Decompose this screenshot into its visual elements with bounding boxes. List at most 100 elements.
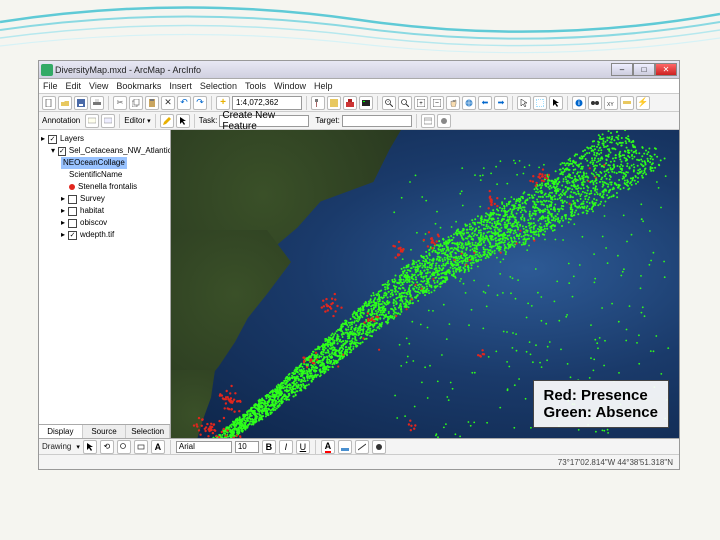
editor-dropdown-label[interactable]: Editor <box>124 116 145 125</box>
paste-button[interactable] <box>145 96 159 110</box>
measure-button[interactable] <box>620 96 634 110</box>
select-draw-button[interactable] <box>83 440 97 454</box>
close-button[interactable]: ✕ <box>655 63 677 76</box>
catalog-icon <box>330 99 338 107</box>
legend-absence: Green: Absence <box>544 404 659 421</box>
identify-button[interactable]: i <box>572 96 586 110</box>
sketch-prop-button[interactable] <box>437 114 451 128</box>
font-size-dropdown[interactable]: 10 <box>235 441 259 453</box>
hand-icon <box>449 99 457 107</box>
marker-color-button[interactable] <box>372 440 386 454</box>
layers-checkbox[interactable] <box>48 135 57 144</box>
goto-xy-button[interactable]: XY <box>604 96 618 110</box>
survey-checkbox[interactable] <box>68 195 77 204</box>
add-data-button[interactable]: + <box>216 96 230 110</box>
menu-tools[interactable]: Tools <box>245 81 266 91</box>
hammer-icon <box>314 99 322 107</box>
fill-color-button[interactable] <box>338 440 352 454</box>
menu-help[interactable]: Help <box>314 81 333 91</box>
open-button[interactable] <box>58 96 72 110</box>
undo-button[interactable]: ↶ <box>177 96 191 110</box>
arctoolbox-button[interactable] <box>343 96 357 110</box>
table-of-contents: ▸Layers ▾Sel_Cetaceans_NW_Atlantic NEOce… <box>39 130 171 438</box>
menu-edit[interactable]: Edit <box>66 81 82 91</box>
table-icon <box>424 117 432 125</box>
toc-group[interactable]: ▾Sel_Cetaceans_NW_Atlantic <box>41 145 168 157</box>
print-button[interactable] <box>90 96 104 110</box>
annotation-label: Annotation <box>42 116 80 125</box>
obiscov-checkbox[interactable] <box>68 219 77 228</box>
edit-tool-button[interactable] <box>176 114 190 128</box>
toc-wdepth[interactable]: ▸wdepth.tif <box>41 229 168 241</box>
copy-button[interactable] <box>129 96 143 110</box>
fixed-zoom-out-button[interactable]: – <box>430 96 444 110</box>
menu-view[interactable]: View <box>89 81 108 91</box>
prev-extent-button[interactable]: ⬅ <box>478 96 492 110</box>
menu-window[interactable]: Window <box>274 81 306 91</box>
command-line-button[interactable] <box>359 96 373 110</box>
toc-obiscov[interactable]: ▸obiscov <box>41 217 168 229</box>
attr-button[interactable] <box>421 114 435 128</box>
arccatalog-button[interactable] <box>327 96 341 110</box>
toc-tab-source[interactable]: Source <box>83 425 127 438</box>
toc-root[interactable]: ▸Layers <box>41 133 168 145</box>
italic-button[interactable]: I <box>279 440 293 454</box>
save-button[interactable] <box>74 96 88 110</box>
target-dropdown[interactable] <box>342 115 412 127</box>
arrow-icon <box>552 99 560 107</box>
info-icon: i <box>575 99 583 107</box>
zoom-in-button[interactable]: + <box>382 96 396 110</box>
text-button[interactable]: A <box>151 440 165 454</box>
menu-file[interactable]: File <box>43 81 58 91</box>
clear-selection-button[interactable] <box>533 96 547 110</box>
cut-button[interactable]: ✂ <box>113 96 127 110</box>
pan-button[interactable] <box>446 96 460 110</box>
globe-icon <box>465 99 473 107</box>
anno-btn-2[interactable] <box>101 114 115 128</box>
pointer2-icon <box>86 443 94 451</box>
zoom-out-button[interactable] <box>398 96 412 110</box>
map-scale-input[interactable]: 1:4,072,362 <box>232 96 302 110</box>
full-extent-button[interactable] <box>462 96 476 110</box>
wdepth-checkbox[interactable] <box>68 231 77 240</box>
task-label: Task: <box>199 116 218 125</box>
toc-tab-display[interactable]: Display <box>39 425 83 438</box>
font-dropdown[interactable]: Arial <box>176 441 232 453</box>
select-elements-button[interactable] <box>549 96 563 110</box>
zoom-icon <box>120 443 128 451</box>
rotate-button[interactable]: ⟲ <box>100 440 114 454</box>
toc-selected[interactable]: NEOceanCollage <box>41 157 168 169</box>
map-view[interactable]: Red: Presence Green: Absence <box>171 130 679 438</box>
drawing-label: Drawing <box>42 442 71 451</box>
delete-button[interactable]: ✕ <box>161 96 175 110</box>
toc-tab-selection[interactable]: Selection <box>126 425 170 438</box>
font-color-button[interactable]: A <box>321 440 335 454</box>
menu-insert[interactable]: Insert <box>169 81 192 91</box>
hyperlink-button[interactable]: ⚡ <box>636 96 650 110</box>
find-button[interactable] <box>588 96 602 110</box>
rect-button[interactable] <box>134 440 148 454</box>
task-dropdown[interactable]: Create New Feature <box>219 115 309 127</box>
maximize-button[interactable]: □ <box>633 63 655 76</box>
folder-icon <box>61 99 69 107</box>
new-button[interactable] <box>42 96 56 110</box>
toc-habitat[interactable]: ▸habitat <box>41 205 168 217</box>
editor-toolbar-button[interactable] <box>311 96 325 110</box>
toc-survey[interactable]: ▸Survey <box>41 193 168 205</box>
habitat-checkbox[interactable] <box>68 207 77 216</box>
next-extent-button[interactable]: ➡ <box>494 96 508 110</box>
zoom-draw-button[interactable] <box>117 440 131 454</box>
sketch-tool-button[interactable] <box>160 114 174 128</box>
menu-selection[interactable]: Selection <box>200 81 237 91</box>
group-checkbox[interactable] <box>58 147 66 156</box>
anno-btn-1[interactable] <box>85 114 99 128</box>
menu-bookmarks[interactable]: Bookmarks <box>116 81 161 91</box>
underline-button[interactable]: U <box>296 440 310 454</box>
fixed-zoom-in-button[interactable]: + <box>414 96 428 110</box>
line-color-button[interactable] <box>355 440 369 454</box>
redo-button[interactable]: ↷ <box>193 96 207 110</box>
select-features-button[interactable] <box>517 96 531 110</box>
toc-sym-item[interactable]: Stenella frontalis <box>41 181 168 193</box>
bold-button[interactable]: B <box>262 440 276 454</box>
minimize-button[interactable]: – <box>611 63 633 76</box>
